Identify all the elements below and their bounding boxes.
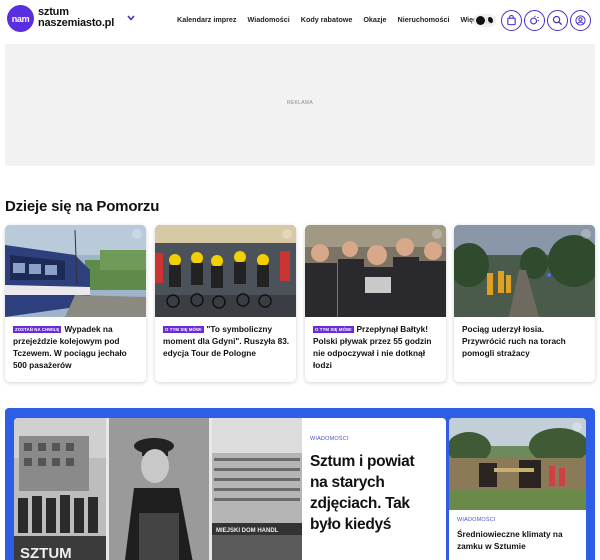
side-title[interactable]: Średniowieczne klimaty na zamku w Sztumi…	[457, 528, 582, 552]
weather-button[interactable]	[524, 10, 545, 31]
old-photos-collage: SZTUM MIEJSKI DOM HANDL	[14, 418, 302, 560]
site-header: nam sztum naszemiasto.pl Kalendarz impre…	[0, 0, 600, 44]
ad-label: REKLAMA	[287, 100, 313, 106]
featured-category[interactable]: WIADOMOŚCI	[310, 436, 349, 442]
logo-badge[interactable]: nam	[7, 5, 34, 32]
search-icon	[552, 15, 563, 26]
news-card[interactable]: O TYM SIĘ MÓWI Przepłynął Bałtyk! Polski …	[305, 225, 446, 382]
main-nav: Kalendarz imprez Wiadomości Kody rabatow…	[177, 15, 491, 24]
nav-kody-rabatowe[interactable]: Kody rabatowe	[301, 15, 353, 24]
firefighters-tracks-photo	[454, 225, 595, 317]
featured-title[interactable]: Sztum i powiat na starych zdjęciach. Tak…	[310, 451, 435, 535]
gallery-camera-icon	[132, 229, 142, 239]
user-account-button[interactable]	[570, 10, 591, 31]
card-badge: O TYM SIĘ MÓWI	[313, 326, 354, 333]
weather-icon	[530, 15, 540, 25]
news-card[interactable]: ZOSTAŃ NA CHWILĘ Wypadek na przejeździe k…	[5, 225, 146, 382]
card-badge: O TYM SIĘ MÓWI	[163, 326, 204, 333]
shopping-bag-button[interactable]	[501, 10, 522, 31]
section-title[interactable]: Dzieje się na Pomorzu	[5, 198, 159, 215]
dark-mode-toggle[interactable]	[474, 14, 496, 27]
gallery-camera-icon	[572, 422, 582, 432]
train-accident-photo	[5, 225, 146, 317]
news-card[interactable]: Pociąg uderzył łosia. Przywrócić ruch na…	[454, 225, 595, 382]
card-title[interactable]: O TYM SIĘ MÓWI "To symboliczny moment dla…	[163, 323, 290, 359]
city-chevron-down-icon[interactable]	[127, 13, 135, 23]
side-category[interactable]: WIADOMOŚCI	[457, 517, 496, 523]
gallery-camera-icon	[282, 229, 292, 239]
nav-nieruchomosci[interactable]: Nieruchomości	[398, 15, 450, 24]
card-title[interactable]: Pociąg uderzył łosia. Przywrócić ruch na…	[462, 323, 589, 359]
news-card[interactable]: O TYM SIĘ MÓWI "To symboliczny moment dla…	[155, 225, 296, 382]
moon-icon	[486, 17, 493, 24]
card-title[interactable]: O TYM SIĘ MÓWI Przepłynął Bałtyk! Polski …	[313, 323, 440, 371]
search-button[interactable]	[547, 10, 568, 31]
photo-sign-text: SZTUM	[20, 545, 72, 560]
gallery-camera-icon	[432, 229, 442, 239]
user-icon	[575, 15, 586, 26]
ad-slot: REKLAMA	[5, 44, 595, 166]
card-title-text: Pociąg uderzył łosia. Przywrócić ruch na…	[462, 324, 566, 358]
card-badge: ZOSTAŃ NA CHWILĘ	[13, 326, 62, 333]
nav-okazje[interactable]: Okazje	[363, 15, 386, 24]
gallery-camera-icon	[581, 229, 591, 239]
shopping-bag-icon	[507, 15, 516, 26]
site-logo[interactable]: sztum naszemiasto.pl	[38, 7, 114, 29]
featured-article[interactable]: SZTUM MIEJSKI DOM HANDL WIADOMOŚCI Sztum…	[14, 418, 446, 560]
nav-kalendarz-imprez[interactable]: Kalendarz imprez	[177, 15, 237, 24]
medieval-castle-photo	[449, 418, 586, 510]
swimmer-crowd-photo	[305, 225, 446, 317]
side-article[interactable]: WIADOMOŚCI Średniowieczne klimaty na zam…	[449, 418, 586, 560]
card-title[interactable]: ZOSTAŃ NA CHWILĘ Wypadek na przejeździe k…	[13, 323, 140, 371]
photo-shop-sign-text: MIEJSKI DOM HANDL	[216, 528, 279, 534]
sun-icon	[476, 16, 485, 25]
nav-wiadomosci[interactable]: Wiadomości	[248, 15, 290, 24]
cycling-race-photo	[155, 225, 296, 317]
logo-line-2: naszemiasto.pl	[38, 17, 115, 29]
featured-section: SZTUM MIEJSKI DOM HANDL WIADOMOŚCI Sztum…	[5, 408, 595, 560]
